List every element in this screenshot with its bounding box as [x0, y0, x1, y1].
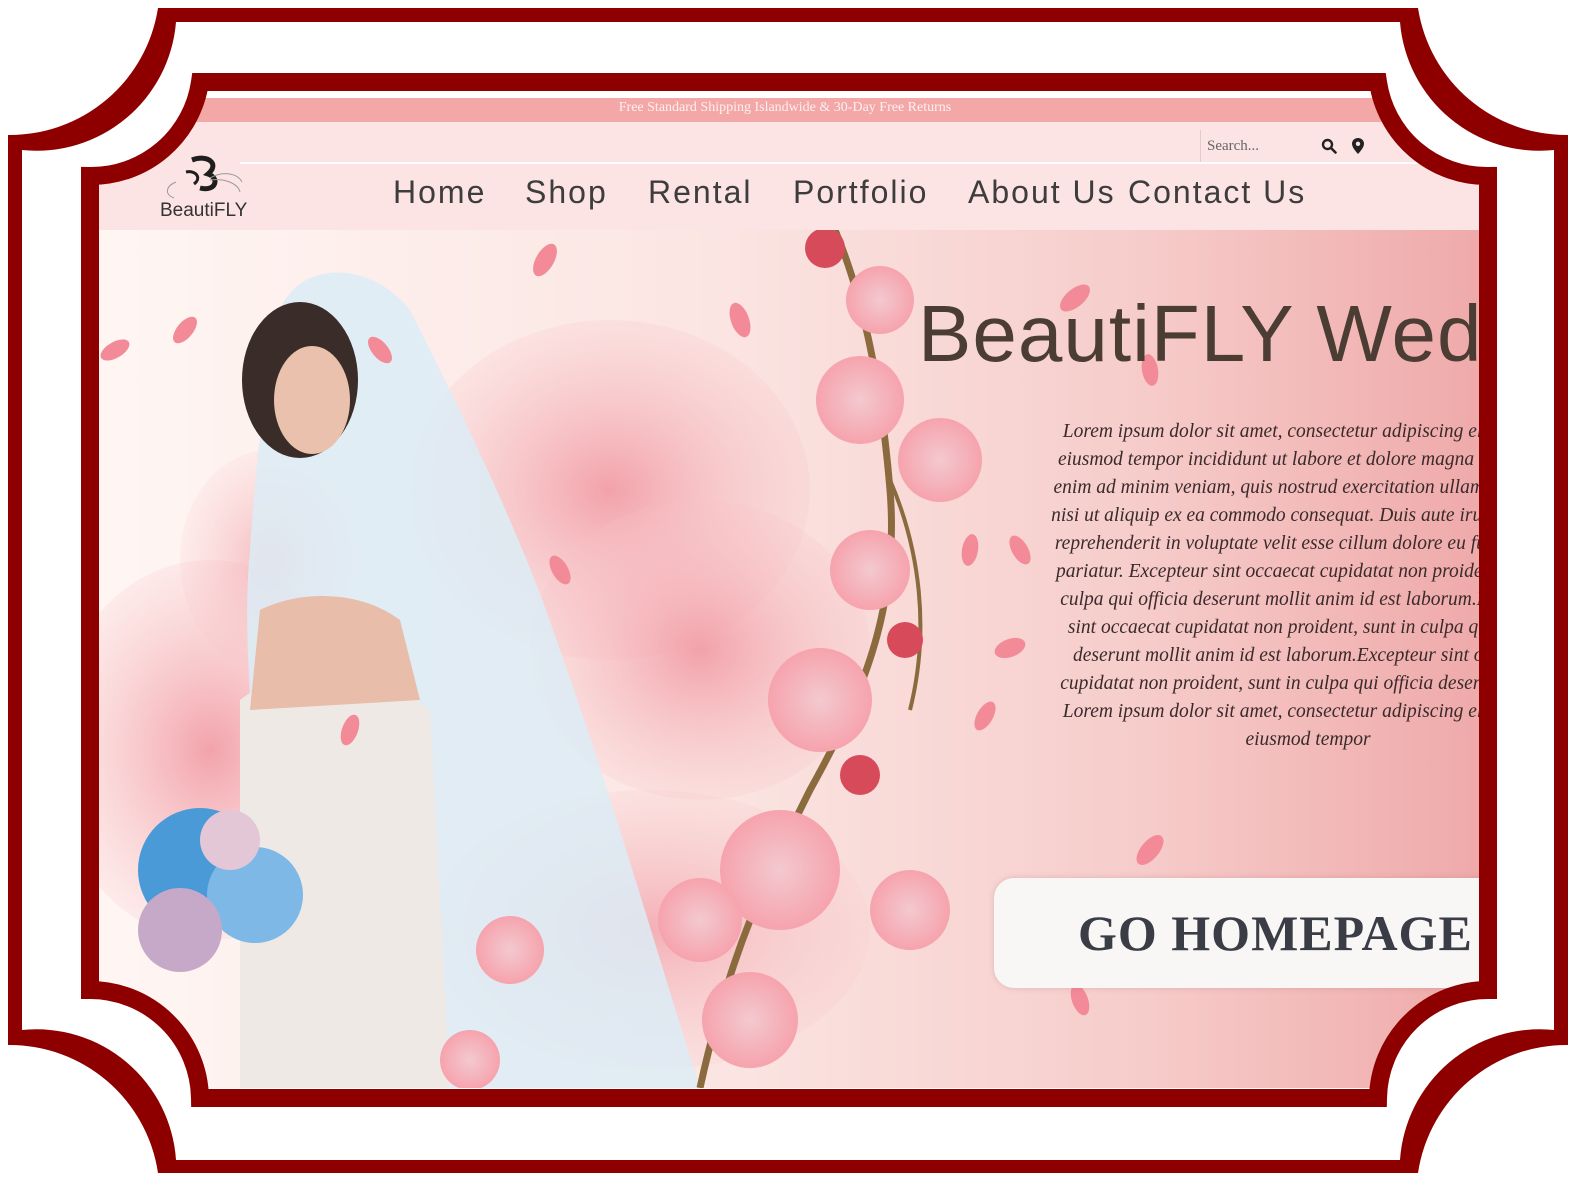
hero-banner: BeautiFLY Wedding Lorem ipsum dolor sit …: [90, 230, 1480, 1088]
search-button[interactable]: [1317, 134, 1341, 158]
announcement-text: Free Standard Shipping Islandwide & 30-D…: [618, 100, 952, 115]
announcement-bar: Free Standard Shipping Islandwide & 30-D…: [90, 98, 1480, 122]
go-homepage-label: GO HOMEPAGE: [1078, 905, 1473, 961]
nav-shop[interactable]: Shop: [525, 170, 608, 214]
nav-portfolio[interactable]: Portfolio: [793, 170, 928, 214]
go-homepage-button[interactable]: GO HOMEPAGE: [994, 878, 1480, 988]
nav-contact-us[interactable]: Contact Us: [1128, 170, 1306, 214]
hero-title: BeautiFLY Wedding: [918, 289, 1480, 378]
web-page: Free Standard Shipping Islandwide & 30-D…: [90, 98, 1480, 1088]
hero-body-text: Lorem ipsum dolor sit amet, consectetur …: [1051, 421, 1480, 750]
nav-about-us[interactable]: About Us: [968, 170, 1116, 214]
nav-rental[interactable]: Rental: [648, 170, 753, 214]
nav-home[interactable]: Home: [393, 170, 486, 214]
site-header: BeautiFLY Home Shop Rental Portfolio: [90, 122, 1480, 230]
header-search: [1200, 130, 1371, 162]
location-pin-icon: [1352, 138, 1364, 154]
search-icon: [1321, 138, 1337, 154]
header-divider: [240, 162, 1480, 164]
location-button[interactable]: [1347, 134, 1369, 158]
search-input[interactable]: [1201, 133, 1313, 159]
main-nav: Home Shop Rental Portfolio About Us Cont…: [90, 170, 1480, 218]
